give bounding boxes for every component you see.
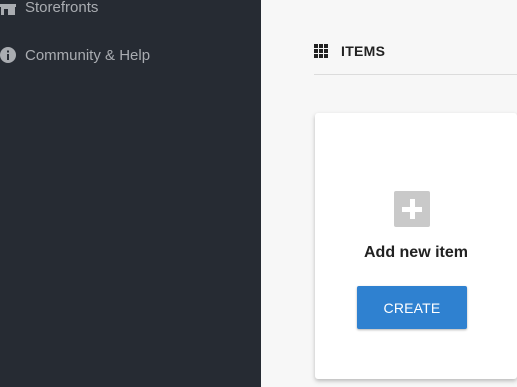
info-icon	[0, 47, 16, 63]
main-content: ITEMS Add new item CREATE	[261, 0, 517, 387]
create-button[interactable]: CREATE	[357, 286, 467, 329]
add-item-label: Add new item	[363, 244, 468, 261]
page-header: ITEMS	[314, 28, 517, 75]
sidebar-item-storefronts[interactable]: Storefronts	[0, 0, 261, 22]
sidebar-item-label: Community & Help	[25, 46, 151, 64]
sidebar-item-label: Storefronts	[25, 0, 99, 16]
plus-icon	[394, 191, 430, 227]
sidebar: Storefronts Community & Help	[0, 0, 261, 387]
sidebar-item-community-help[interactable]: Community & Help	[0, 40, 261, 70]
page-title: ITEMS	[341, 43, 386, 59]
storefront-icon	[0, 0, 16, 15]
grid-icon	[314, 44, 328, 58]
add-item-card: Add new item CREATE	[315, 113, 517, 379]
